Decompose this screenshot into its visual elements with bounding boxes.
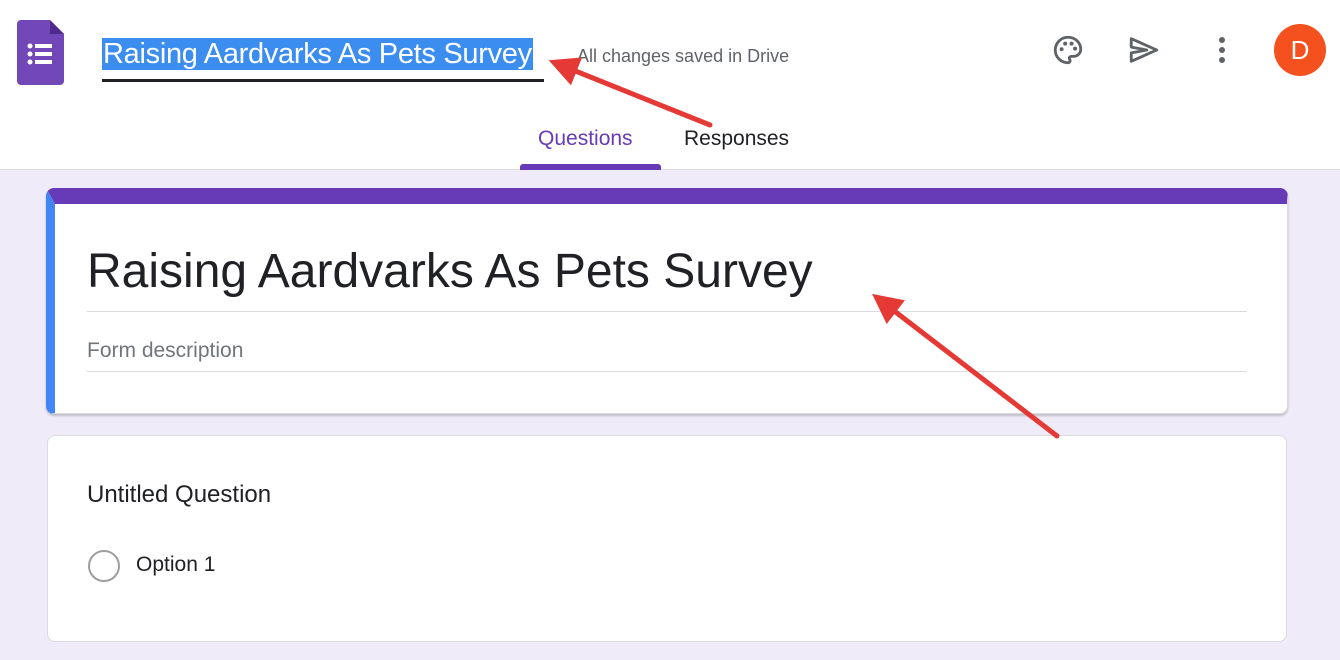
send-icon[interactable] [1124, 30, 1164, 70]
app-header: Raising Aardvarks As Pets Survey All cha… [0, 0, 1340, 170]
form-header-card: Raising Aardvarks As Pets Survey Form de… [46, 188, 1288, 414]
doc-title-input[interactable]: Raising Aardvarks As Pets Survey [102, 36, 544, 82]
form-description-input[interactable]: Form description [87, 339, 1247, 372]
option-label[interactable]: Option 1 [136, 553, 215, 577]
more-vert-icon[interactable] [1202, 30, 1242, 70]
active-tab-indicator [520, 164, 661, 170]
tab-questions[interactable]: Questions [538, 127, 633, 151]
avatar[interactable]: D [1274, 24, 1326, 76]
doc-title-text: Raising Aardvarks As Pets Survey [102, 38, 533, 70]
question-card[interactable]: Untitled Question Option 1 [47, 435, 1287, 642]
question-title[interactable]: Untitled Question [87, 481, 271, 509]
save-status: All changes saved in Drive [577, 46, 790, 66]
forms-logo-icon[interactable] [17, 20, 64, 85]
radio-option-1[interactable] [88, 550, 120, 582]
tab-responses[interactable]: Responses [684, 127, 789, 151]
palette-icon[interactable] [1048, 30, 1088, 70]
form-title-input[interactable]: Raising Aardvarks As Pets Survey [87, 244, 1247, 312]
